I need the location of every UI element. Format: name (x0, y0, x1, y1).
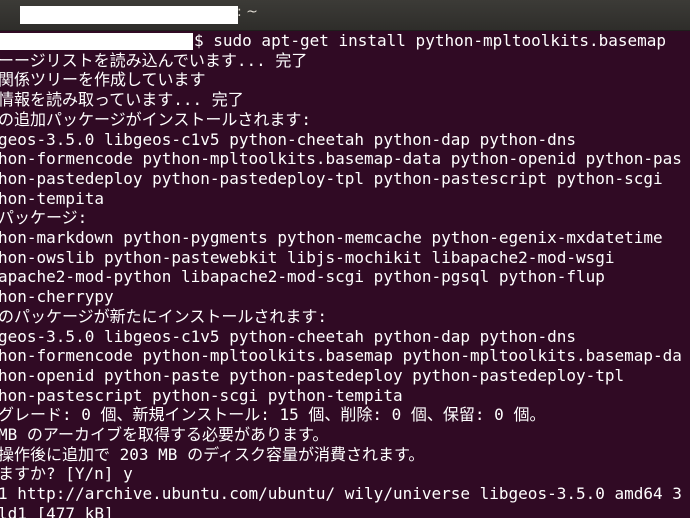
output-line: hon-cherrypy (0, 287, 114, 307)
output-line: ますか? [Y/n] y (0, 464, 133, 484)
output-line: geos-3.5.0 libgeos-c1v5 python-cheetah p… (0, 326, 576, 346)
output-line: ld1 [477 kB] (0, 503, 114, 518)
output-line: MB のアーカイブを取得する必要があります。 (0, 425, 329, 444)
output-line: hon-pastescript python-scgi python-tempi… (0, 385, 403, 405)
output-line: パッケージ: (0, 208, 88, 228)
output-line: ーージリストを読み込んでいます... 完了 (0, 50, 308, 70)
output-line: グレード: 0 個、新規インストール: 15 個、削除: 0 個、保留: 0 個… (0, 405, 546, 425)
redacted-window-title (20, 6, 238, 24)
title-bar: : ~ (0, 0, 690, 31)
command-line: $ sudo apt-get install python-mpltoolkit… (194, 31, 667, 50)
output-line: 関係ツリーを作成しています (0, 70, 206, 90)
window-title-suffix: : ~ (237, 4, 258, 20)
output-line: 操作後に追加で 203 MB のディスク容量が消費されます。 (0, 444, 425, 464)
output-line: hon-formencode python-mpltoolkits.basema… (0, 346, 682, 366)
output-line: の追加パッケージがインストールされます: (0, 109, 311, 129)
output-line: hon-markdown python-pygments python-memc… (0, 228, 663, 247)
output-line: geos-3.5.0 libgeos-c1v5 python-cheetah p… (0, 129, 576, 149)
output-line: 情報を読み取っています... 完了 (0, 90, 244, 110)
output-line: のパッケージが新たにインストールされます: (0, 306, 327, 326)
output-line: hon-owslib python-pastewebkit libjs-moch… (0, 247, 615, 267)
output-line: hon-tempita (0, 188, 104, 208)
redacted-prompt (0, 33, 193, 50)
output-line: hon-openid python-paste python-pastedepl… (0, 365, 625, 385)
output-line: apache2-mod-python libapache2-mod-scgi p… (0, 267, 605, 287)
output-line: hon-pastedeploy python-pastedeploy-tpl p… (0, 168, 663, 188)
output-line: 1 http://archive.ubuntu.com/ubuntu/ wily… (0, 484, 682, 504)
output-line: hon-formencode python-mpltoolkits.basema… (0, 149, 682, 169)
terminal-output[interactable]: $ sudo apt-get install python-mpltoolkit… (0, 31, 690, 518)
terminal-window: : ~ $ sudo apt-get install python-mpltoo… (0, 0, 690, 518)
